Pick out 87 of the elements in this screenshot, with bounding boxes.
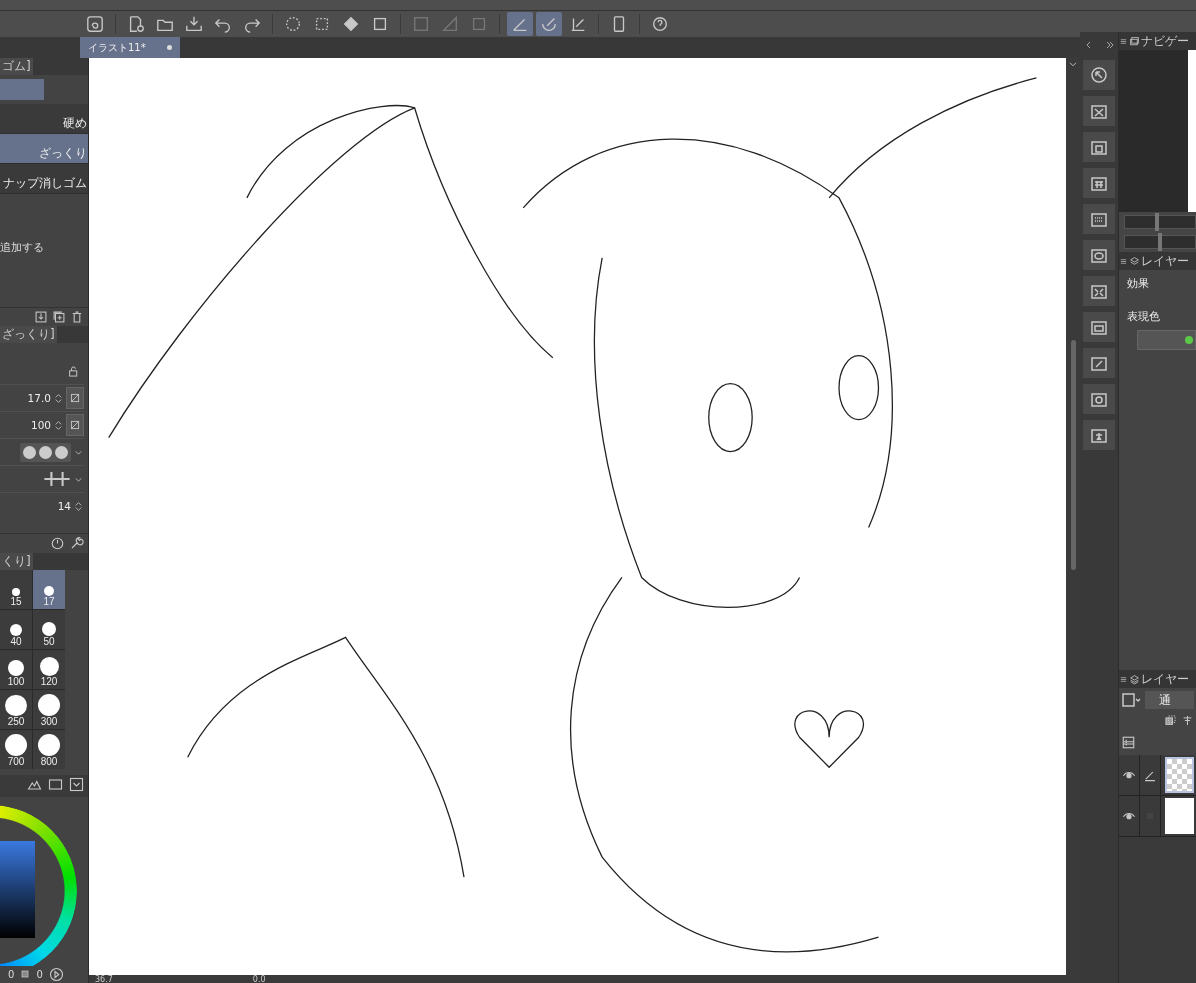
pressure-icon (69, 392, 81, 405)
spinner-icon[interactable] (53, 392, 64, 404)
panel-tab[interactable]: くり] (0, 553, 33, 571)
brush-size-preset[interactable]: 700 (0, 730, 32, 770)
export-icon (185, 15, 203, 33)
brush-size-preset[interactable]: 800 (33, 730, 65, 770)
clip-icon[interactable] (1164, 714, 1177, 727)
brush-size-preset[interactable]: 100 (0, 650, 32, 690)
layer-thumbnail[interactable] (1165, 798, 1194, 834)
layer-list-icon[interactable] (1121, 734, 1136, 750)
panel-tab[interactable]: ざっくり] (0, 326, 57, 344)
new-file-icon (127, 15, 145, 33)
spinner-icon[interactable] (53, 419, 64, 431)
expand-icon[interactable] (1104, 40, 1115, 50)
blend-mode-dropdown[interactable]: 通 (1145, 691, 1194, 709)
zoom-value[interactable]: 36.7 (95, 974, 113, 983)
panel-tab[interactable]: ゴム] (0, 58, 33, 75)
trash-icon[interactable] (70, 310, 84, 325)
material-folder-button[interactable] (1083, 348, 1115, 378)
menu-icon[interactable] (1119, 36, 1128, 46)
material-search-icon (1089, 65, 1109, 85)
brush-size-preset[interactable]: 15 (0, 570, 32, 610)
subtool-item[interactable]: ざっくり (0, 134, 88, 165)
brush-tip-selector[interactable] (20, 442, 71, 462)
material-folder-button[interactable] (1083, 384, 1115, 414)
section-label: 表現色 (1127, 309, 1161, 324)
material-folder-button[interactable] (1083, 276, 1115, 306)
layer-thumbnail[interactable] (1165, 757, 1194, 793)
pressure-button[interactable] (66, 387, 84, 410)
material-folder-button[interactable] (1083, 312, 1115, 342)
subtool-item[interactable]: ナップ消しゴム (0, 164, 88, 195)
section-label: 効果 (1127, 276, 1150, 291)
brush-size-preset[interactable]: 250 (0, 690, 32, 730)
app-logo-icon (86, 15, 104, 33)
color-mode-selector[interactable] (1137, 330, 1196, 350)
material-folder-button[interactable] (1083, 240, 1115, 270)
scrollbar-thumb[interactable] (1070, 340, 1076, 570)
fill-icon (342, 15, 360, 33)
pressure-button[interactable] (66, 414, 84, 437)
frame-dropdown-icon[interactable] (1121, 690, 1141, 710)
help-icon (651, 15, 669, 33)
download-icon[interactable] (34, 310, 48, 325)
material-folder-button[interactable] (1083, 204, 1115, 234)
layer-stack-icon (1129, 255, 1140, 267)
chevron-down-icon[interactable] (69, 777, 84, 793)
menu-icon[interactable] (1119, 256, 1128, 266)
play-icon[interactable] (48, 966, 64, 982)
brush-size-preset[interactable]: 40 (0, 610, 32, 650)
subtool-item[interactable]: 硬め (0, 104, 88, 135)
deselect-icon (313, 15, 331, 33)
color-value: 0 (36, 968, 43, 980)
layers-icon (1129, 35, 1140, 47)
menu-icon[interactable] (1119, 674, 1128, 684)
value-field[interactable]: 17.0 (27, 392, 51, 405)
copy-icon[interactable] (52, 310, 66, 325)
slider-thumb[interactable] (1158, 233, 1162, 251)
brush-size-preset[interactable]: 50 (33, 610, 65, 650)
ruler-icon[interactable] (1181, 714, 1194, 727)
material-folder-button[interactable] (1083, 132, 1115, 162)
value-field[interactable]: 14 (57, 500, 71, 513)
spinner-icon[interactable] (73, 500, 84, 512)
brush-size-preset[interactable]: 120 (33, 650, 65, 690)
rotation-value[interactable]: 0.0 (252, 974, 266, 983)
material-search-button[interactable] (1083, 60, 1115, 90)
mask-icon (441, 15, 459, 33)
value-field[interactable]: 100 (30, 419, 51, 432)
snap-button[interactable] (507, 12, 533, 36)
film-icon[interactable] (48, 777, 63, 793)
material-folder-button[interactable] (1083, 96, 1115, 126)
material-folder-button[interactable] (1083, 420, 1115, 450)
hide-selection-icon (412, 15, 430, 33)
pressure-icon (69, 419, 81, 432)
frame-icon (470, 15, 488, 33)
brush-size-preset[interactable]: 17 (33, 570, 65, 610)
brush-size-preset[interactable]: 300 (33, 690, 65, 730)
layer-stack-icon (1129, 673, 1140, 685)
clock-icon[interactable] (50, 536, 65, 552)
material-folder-button[interactable] (1083, 168, 1115, 198)
slider-thumb[interactable] (1154, 213, 1159, 231)
document-tab[interactable]: イラスト11* (80, 37, 180, 58)
snap-button[interactable] (536, 12, 562, 36)
lock-icon (67, 365, 80, 379)
unsaved-dot (167, 45, 172, 50)
add-subtool-text: 追加する (0, 240, 45, 256)
select-all-icon (284, 15, 302, 33)
color-value: 0 (8, 968, 15, 980)
transform-icon (371, 15, 389, 33)
